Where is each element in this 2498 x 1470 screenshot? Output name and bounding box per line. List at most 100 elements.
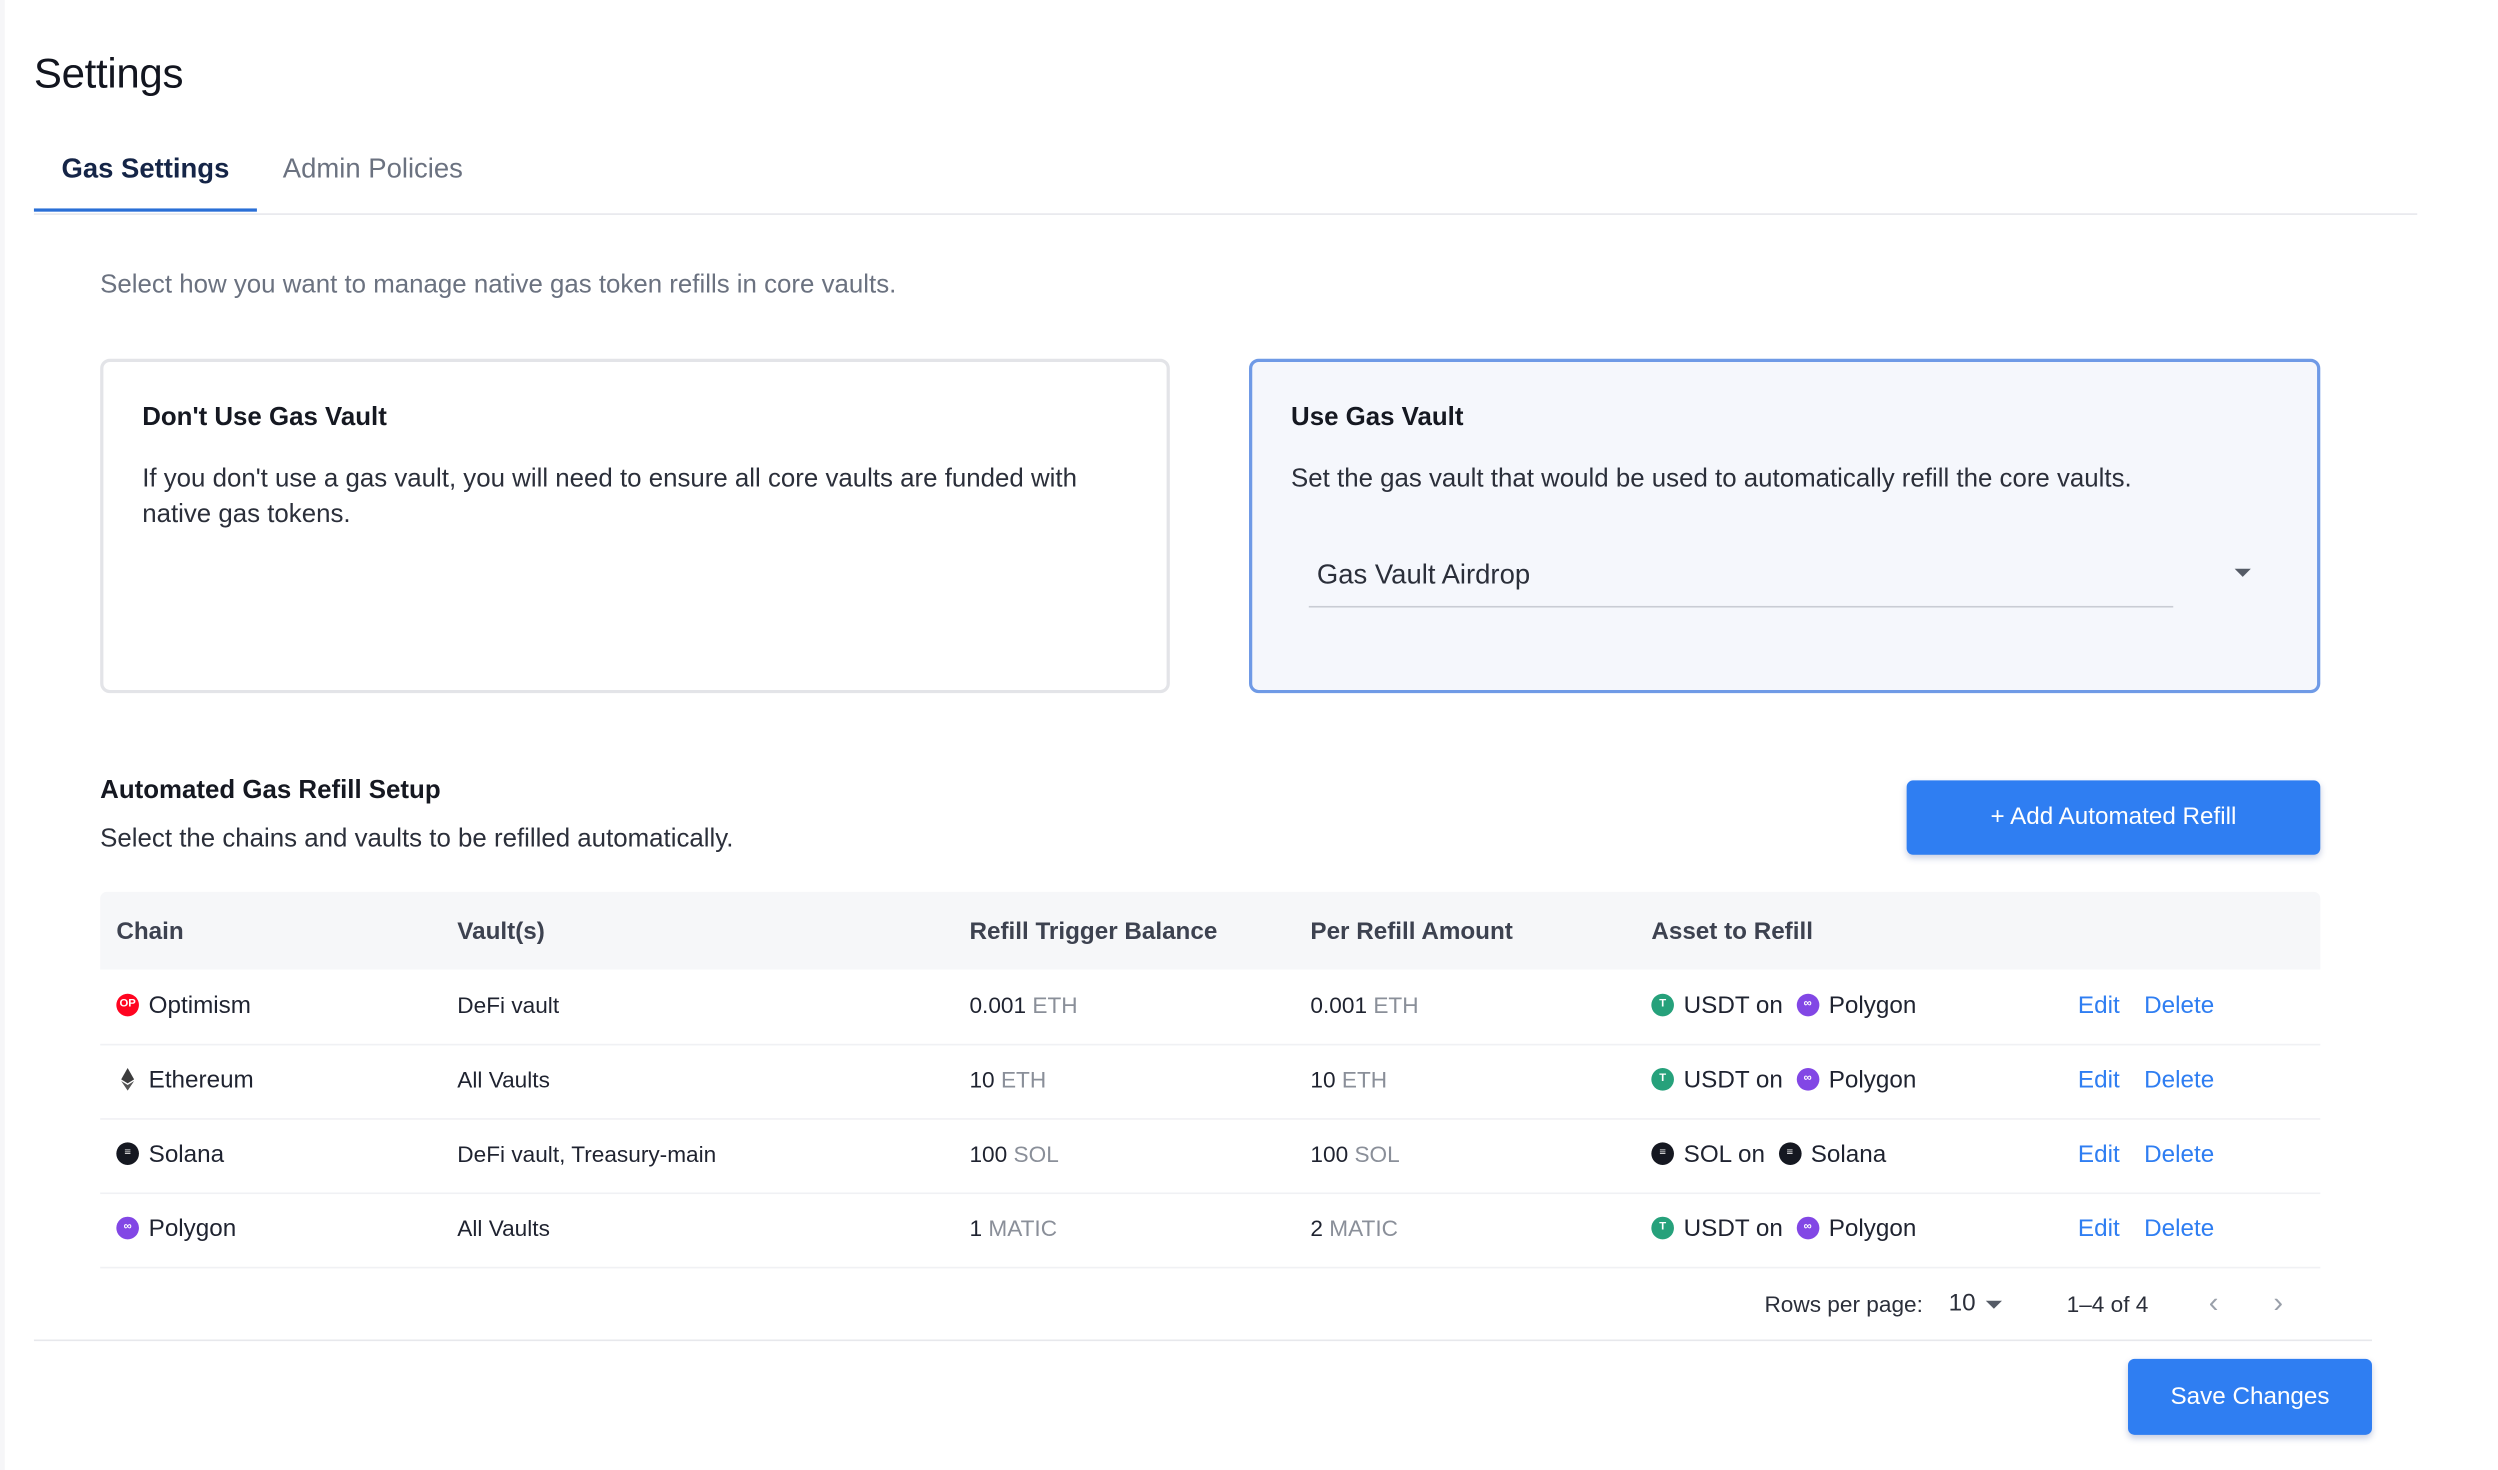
vaults-cell: DeFi vault (457, 992, 560, 1018)
prev-page-icon[interactable]: ‹ (2209, 1286, 2219, 1320)
polygon-icon: ∞ (116, 1216, 139, 1240)
chain-cell: Ethereum (116, 1066, 254, 1094)
table-row: Ethereum All Vaults 10 ETH 10 ETH T USDT … (100, 1044, 2321, 1120)
amount-value: 10 (1310, 1066, 1336, 1093)
column-header-amount: Per Refill Amount (1310, 917, 1513, 946)
amount-cell: 0.001 ETH (1310, 992, 1418, 1018)
option-description: If you don't use a gas vault, you will n… (142, 465, 1077, 529)
solana-icon: ≡ (116, 1142, 139, 1165)
add-automated-refill-button[interactable]: + Add Automated Refill (1906, 780, 2321, 855)
chain-name: Optimism (148, 992, 252, 1020)
footer-divider (33, 1339, 2372, 1342)
vaults-cell: DeFi vault, Treasury-main (457, 1140, 717, 1167)
gas-vault-select[interactable]: Gas Vault Airdrop (1308, 559, 2174, 608)
optimism-icon: OP (116, 993, 139, 1017)
trigger-value: 10 (969, 1066, 995, 1093)
trigger-unit: MATIC (988, 1215, 1058, 1241)
asset-cell: ≡ SOL on ≡ Solana (1651, 1141, 1886, 1168)
asset-name: SOL on (1683, 1140, 1765, 1169)
edit-link[interactable]: Edit (2078, 992, 2120, 1019)
trigger-unit: ETH (1032, 992, 1078, 1018)
edit-link[interactable]: Edit (2078, 1215, 2120, 1242)
trigger-value: 0.001 (969, 992, 1027, 1018)
amount-unit: MATIC (1329, 1215, 1398, 1241)
option-card-no-gas-vault[interactable]: Don't Use Gas Vault If you don't use a g… (100, 358, 1170, 694)
page-title: Settings (33, 48, 184, 97)
trigger-cell: 100 SOL (969, 1141, 1058, 1167)
tab-gas-settings[interactable]: Gas Settings (33, 154, 257, 212)
tether-icon: T (1651, 993, 1674, 1017)
asset-cell: T USDT on ∞ Polygon (1651, 992, 1917, 1020)
table-row: ≡ Solana DeFi vault, Treasury-main 100 SO… (100, 1118, 2321, 1195)
chain-cell: ≡ Solana (116, 1141, 224, 1168)
asset-cell: T USDT on ∞ Polygon (1651, 1066, 1917, 1094)
intro-text: Select how you want to manage native gas… (100, 271, 897, 299)
table-row: OP Optimism DeFi vault 0.001 ETH 0.001 ET… (100, 969, 2321, 1046)
amount-unit: ETH (1373, 992, 1419, 1018)
polygon-icon: ∞ (1796, 1216, 1820, 1240)
delete-link[interactable]: Delete (2144, 1141, 2214, 1168)
amount-value: 2 (1310, 1215, 1324, 1241)
amount-cell: 100 SOL (1310, 1141, 1399, 1167)
option-card-use-gas-vault[interactable]: Use Gas Vault Set the gas vault that wou… (1249, 358, 2321, 694)
column-header-vaults: Vault(s) (457, 917, 545, 946)
solana-icon: ≡ (1651, 1142, 1674, 1165)
asset-chain: Polygon (1828, 1215, 1917, 1243)
chain-name: Ethereum (148, 1066, 254, 1094)
option-description: Set the gas vault that would be used to … (1291, 465, 2132, 493)
tab-admin-policies[interactable]: Admin Policies (283, 154, 463, 209)
section-title: Automated Gas Refill Setup (100, 777, 441, 805)
asset-name: USDT on (1683, 992, 1783, 1020)
asset-name: USDT on (1683, 1215, 1783, 1243)
polygon-icon: ∞ (1796, 993, 1820, 1017)
next-page-icon[interactable]: › (2273, 1286, 2283, 1320)
vaults-cell: All Vaults (457, 1215, 550, 1241)
solana-icon: ≡ (1778, 1142, 1802, 1165)
asset-cell: T USDT on ∞ Polygon (1651, 1215, 1917, 1243)
edit-link[interactable]: Edit (2078, 1141, 2120, 1168)
rows-per-page-select[interactable]: 10 (1949, 1289, 1976, 1316)
chain-name: Polygon (148, 1215, 237, 1243)
asset-chain: Solana (1810, 1140, 1887, 1169)
trigger-cell: 10 ETH (969, 1066, 1046, 1092)
delete-link[interactable]: Delete (2144, 992, 2214, 1019)
amount-value: 0.001 (1310, 992, 1368, 1018)
section-description: Select the chains and vaults to be refil… (100, 825, 734, 854)
amount-value: 100 (1310, 1140, 1349, 1167)
amount-cell: 2 MATIC (1310, 1215, 1398, 1241)
amount-unit: ETH (1341, 1066, 1388, 1093)
table-header: Chain Vault(s) Refill Trigger Balance Pe… (100, 891, 2321, 970)
delete-link[interactable]: Delete (2144, 1066, 2214, 1093)
polygon-icon: ∞ (1796, 1068, 1820, 1091)
tabs-divider (33, 213, 2418, 215)
trigger-value: 100 (969, 1140, 1008, 1167)
asset-chain: Polygon (1828, 992, 1917, 1020)
table-row: ∞ Polygon All Vaults 1 MATIC 2 MATIC T USD… (100, 1192, 2321, 1269)
trigger-cell: 0.001 ETH (969, 992, 1077, 1018)
asset-chain: Polygon (1828, 1066, 1917, 1094)
asset-name: USDT on (1683, 1066, 1783, 1094)
vaults-cell: All Vaults (457, 1066, 550, 1093)
edit-link[interactable]: Edit (2078, 1066, 2120, 1093)
delete-link[interactable]: Delete (2144, 1215, 2214, 1242)
option-title: Use Gas Vault (1291, 403, 1464, 432)
chain-cell: ∞ Polygon (116, 1215, 237, 1243)
column-header-chain: Chain (116, 917, 184, 946)
chain-cell: OP Optimism (116, 992, 252, 1020)
trigger-unit: ETH (1000, 1066, 1047, 1093)
trigger-cell: 1 MATIC (969, 1215, 1057, 1241)
trigger-value: 1 (969, 1215, 983, 1241)
column-header-asset: Asset to Refill (1651, 917, 1813, 946)
save-changes-button[interactable]: Save Changes (2128, 1358, 2372, 1435)
column-header-trigger: Refill Trigger Balance (969, 917, 1218, 946)
trigger-unit: SOL (1013, 1140, 1059, 1167)
amount-unit: SOL (1354, 1140, 1400, 1167)
ethereum-icon (116, 1068, 139, 1091)
pagination-range: 1–4 of 4 (2066, 1291, 2149, 1317)
chevron-down-icon[interactable] (1985, 1300, 2002, 1309)
left-edge-divider (0, 0, 5, 1470)
tether-icon: T (1651, 1068, 1674, 1091)
tether-icon: T (1651, 1216, 1674, 1240)
chevron-down-icon[interactable] (2234, 568, 2251, 577)
chain-name: Solana (148, 1140, 225, 1169)
